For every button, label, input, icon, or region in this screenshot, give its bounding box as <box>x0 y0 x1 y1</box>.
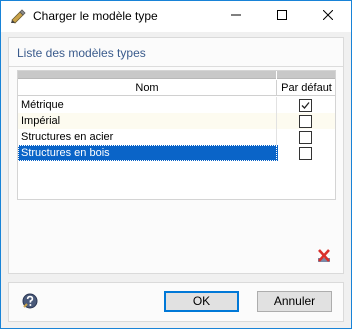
group-divider <box>9 66 343 67</box>
table-row[interactable]: Impérial <box>18 113 335 129</box>
cancel-button[interactable]: Annuler <box>257 291 332 312</box>
button-bar: OK Annuler <box>8 282 344 322</box>
minimize-icon <box>231 10 241 23</box>
dialog-window: Charger le modèle type Liste des modèles… <box>0 0 352 329</box>
minimize-button[interactable] <box>213 1 259 32</box>
maximize-button[interactable] <box>259 1 305 32</box>
dialog-body: Liste des modèles types Nom Par défaut M… <box>1 32 351 328</box>
ok-button[interactable]: OK <box>164 291 239 312</box>
column-header-default[interactable]: Par défaut <box>278 80 335 96</box>
template-table: Nom Par défaut Métrique Impérial Structu… <box>17 70 336 200</box>
default-checkbox[interactable] <box>299 115 312 128</box>
table-row[interactable]: Métrique <box>18 97 335 113</box>
help-icon <box>21 292 39 313</box>
template-name: Structures en acier <box>18 129 277 145</box>
window-title: Charger le modèle type <box>33 9 158 23</box>
default-cell <box>278 145 335 161</box>
template-name: Impérial <box>18 113 277 129</box>
delete-button[interactable] <box>313 246 335 268</box>
close-button[interactable] <box>305 1 351 32</box>
template-name: Structures en bois <box>18 145 277 161</box>
table-band <box>18 71 335 79</box>
close-icon <box>322 9 334 23</box>
table-row[interactable]: Structures en acier <box>18 129 335 145</box>
column-header-name[interactable]: Nom <box>18 80 277 96</box>
delete-icon <box>315 247 333 268</box>
template-list-group: Liste des modèles types Nom Par défaut M… <box>8 37 344 274</box>
help-button[interactable] <box>19 291 41 313</box>
maximize-icon <box>277 10 287 23</box>
default-checkbox[interactable] <box>299 147 312 160</box>
default-cell <box>278 129 335 145</box>
table-row-selected[interactable]: Structures en bois <box>18 145 335 161</box>
template-name: Métrique <box>18 97 277 113</box>
default-checkbox[interactable] <box>299 99 312 112</box>
group-title: Liste des modèles types <box>17 46 146 60</box>
default-checkbox[interactable] <box>299 131 312 144</box>
table-header: Nom Par défaut <box>18 80 335 96</box>
default-cell <box>278 97 335 113</box>
title-bar[interactable]: Charger le modèle type <box>1 1 351 32</box>
default-cell <box>278 113 335 129</box>
template-load-icon <box>10 8 26 24</box>
